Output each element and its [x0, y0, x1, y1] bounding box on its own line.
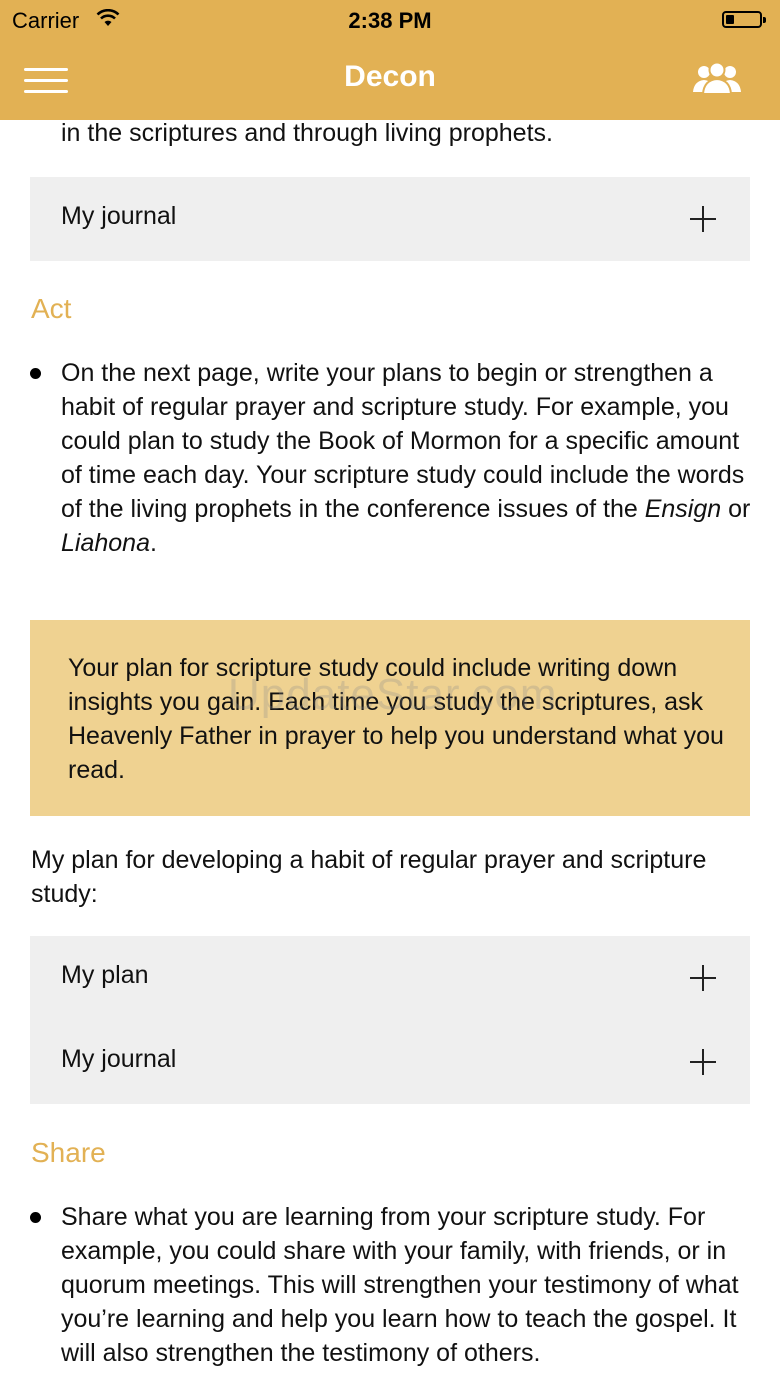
plus-icon[interactable] — [690, 965, 716, 991]
share-bullet-text: Share what you are learning from your sc… — [61, 1203, 739, 1367]
plus-icon[interactable] — [690, 1049, 716, 1075]
act-heading: Act — [31, 293, 72, 324]
plus-icon[interactable] — [690, 206, 716, 232]
my-journal-row[interactable]: My journal — [30, 1020, 750, 1104]
my-plan-row[interactable]: My plan — [30, 936, 750, 1020]
top-bar: Carrier 2:38 PM Decon — [0, 0, 780, 120]
battery-icon — [722, 11, 766, 28]
journal-row[interactable]: My journal — [30, 177, 750, 261]
intro-text: in the scriptures and through living pro… — [61, 119, 553, 147]
bullet-dot — [30, 368, 41, 379]
my-journal-label: My journal — [61, 1045, 177, 1073]
status-bar: Carrier 2:38 PM — [0, 0, 780, 40]
act-bullet-text: On the next page, write your plans to be… — [61, 359, 751, 557]
tip-note: Your plan for scripture study could incl… — [30, 620, 750, 816]
people-icon[interactable] — [692, 60, 742, 98]
my-plan-label: My plan — [61, 961, 149, 989]
tip-note-text: Your plan for scripture study could incl… — [68, 654, 724, 784]
bullet-dot — [30, 1212, 41, 1223]
share-heading: Share — [31, 1137, 106, 1168]
page-title: Decon — [344, 60, 436, 93]
clock: 2:38 PM — [348, 8, 432, 33]
plan-accordion: My plan My journal — [30, 936, 750, 1104]
journal-accordion-top: My journal — [30, 177, 750, 261]
plan-prompt: My plan for developing a habit of regula… — [31, 846, 707, 908]
journal-label: My journal — [61, 202, 177, 230]
